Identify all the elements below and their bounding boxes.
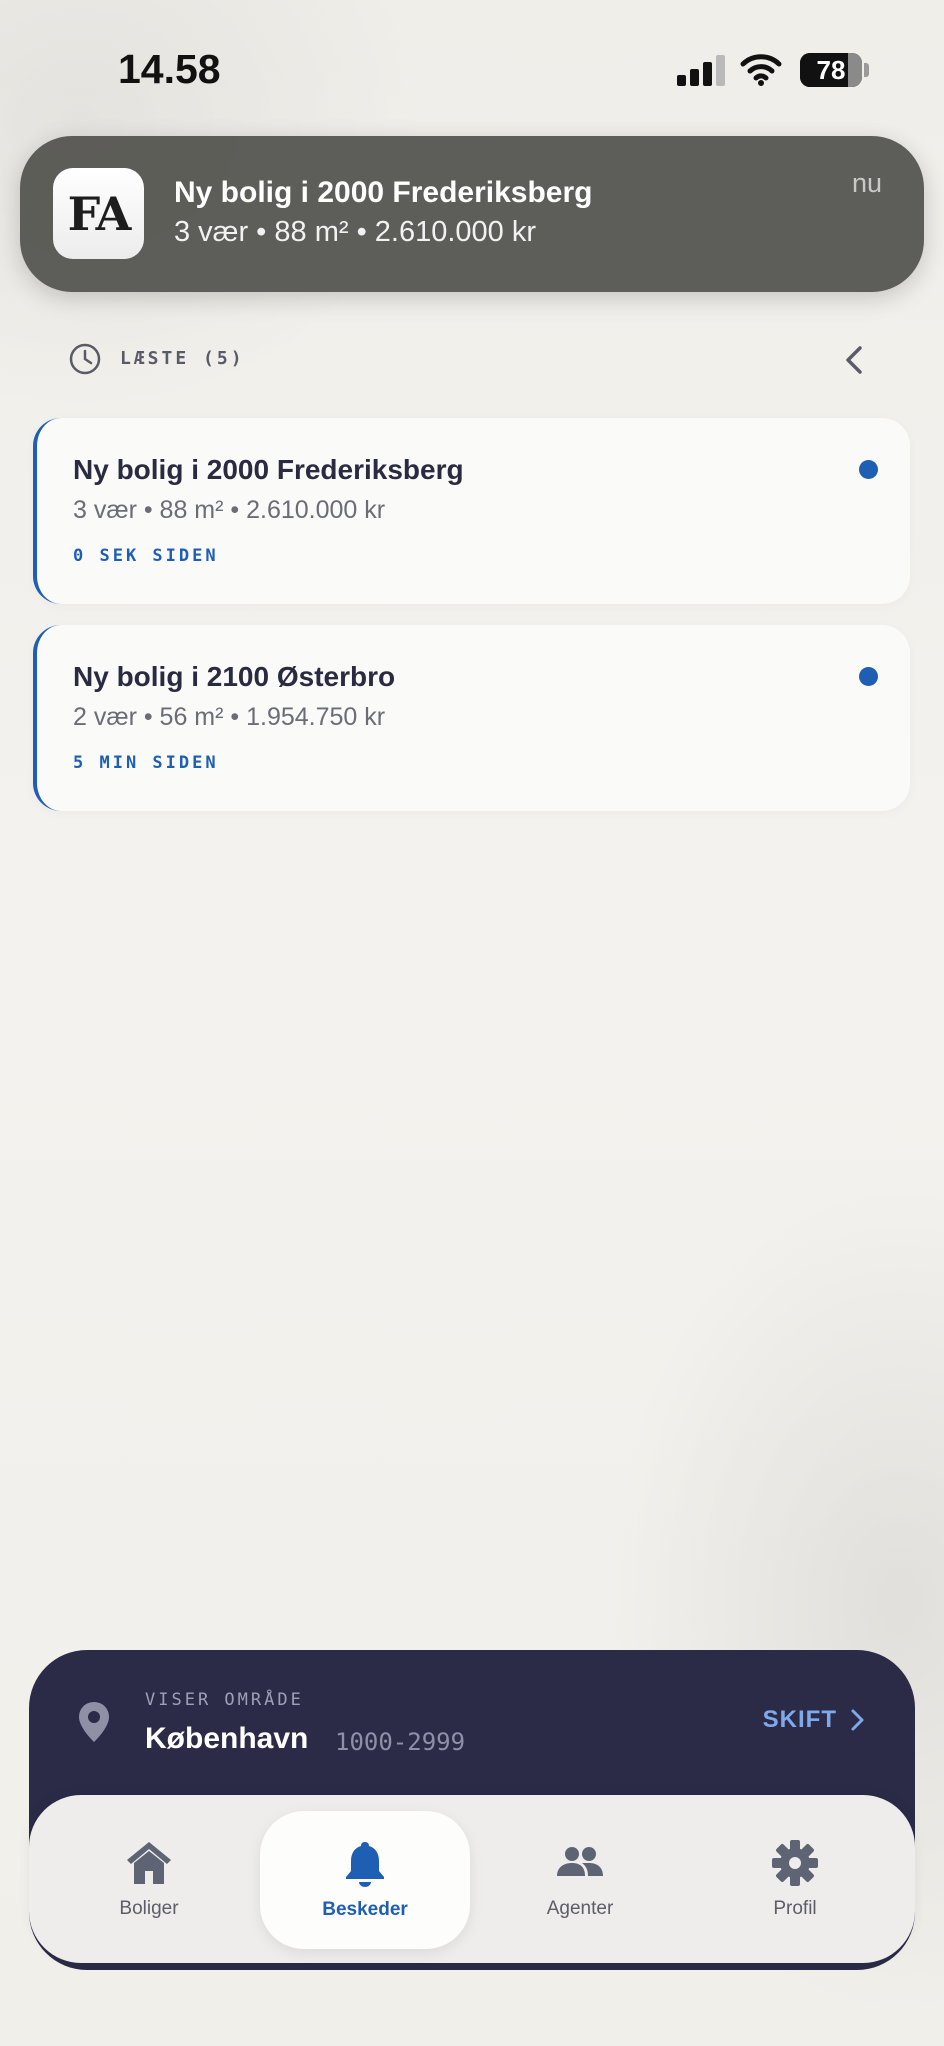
message-details: 3 vær • 88 m² • 2.610.000 kr	[73, 496, 386, 524]
tab-label: Agenter	[546, 1898, 614, 1919]
battery-icon: 78	[800, 53, 862, 87]
battery-percent: 78	[816, 54, 846, 85]
app-logo-text: FA	[67, 186, 132, 241]
tab-label: Boliger	[119, 1898, 179, 1919]
chevron-right-icon	[851, 1709, 864, 1731]
area-name: København	[145, 1722, 309, 1755]
unread-dot-icon	[859, 460, 878, 479]
notification-banner[interactable]: FA Ny bolig i 2000 Frederiksberg 3 vær •…	[20, 136, 924, 292]
app-logo-icon: FA	[53, 168, 144, 259]
message-card[interactable]: Ny bolig i 2000 Frederiksberg 3 vær • 88…	[33, 418, 910, 604]
tab-label: Beskeder	[322, 1899, 408, 1920]
area-range: 1000-2999	[335, 1728, 466, 1756]
people-icon	[557, 1847, 603, 1876]
message-time: 0 SEK SIDEN	[73, 546, 219, 566]
unread-dot-icon	[859, 667, 878, 686]
message-details: 2 vær • 56 m² • 1.954.750 kr	[73, 703, 386, 731]
tab-profil[interactable]: Profil	[690, 1795, 900, 1963]
tab-bar: Boliger Beskeder Agenter Profil	[29, 1795, 915, 1963]
area-label: VISER OMRÅDE	[145, 1690, 304, 1710]
message-title: Ny bolig i 2100 Østerbro	[73, 661, 396, 692]
message-title: Ny bolig i 2000 Frederiksberg	[73, 454, 464, 485]
bell-icon	[346, 1842, 384, 1887]
read-section-label: LÆSTE (5)	[120, 348, 245, 369]
wifi-icon	[740, 54, 782, 86]
tab-label: Profil	[773, 1898, 817, 1919]
gear-icon	[772, 1840, 818, 1886]
notification-body: 3 vær • 88 m² • 2.610.000 kr	[174, 216, 537, 248]
clock-icon	[69, 343, 101, 375]
tab-beskeder[interactable]: Beskeder	[260, 1811, 470, 1949]
message-time: 5 MIN SIDEN	[73, 753, 219, 773]
message-card[interactable]: Ny bolig i 2100 Østerbro 2 vær • 56 m² •…	[33, 625, 910, 811]
read-section-header: LÆSTE (5)	[68, 340, 876, 380]
tab-agenter[interactable]: Agenter	[475, 1795, 685, 1963]
tab-boliger[interactable]: Boliger	[44, 1795, 254, 1963]
switch-area-label: SKIFT	[762, 1706, 837, 1733]
location-pin-icon	[79, 1702, 109, 1742]
notification-title: Ny bolig i 2000 Frederiksberg	[174, 176, 593, 209]
cellular-signal-icon	[677, 54, 725, 86]
home-icon	[127, 1842, 171, 1884]
status-time: 14.58	[118, 46, 221, 92]
switch-area-button[interactable]: SKIFT	[763, 1706, 865, 1734]
battery-cap	[864, 63, 869, 77]
status-bar: 14.58 78	[0, 0, 944, 130]
chevron-left-icon[interactable]	[838, 342, 872, 378]
notification-time: nu	[851, 168, 882, 198]
